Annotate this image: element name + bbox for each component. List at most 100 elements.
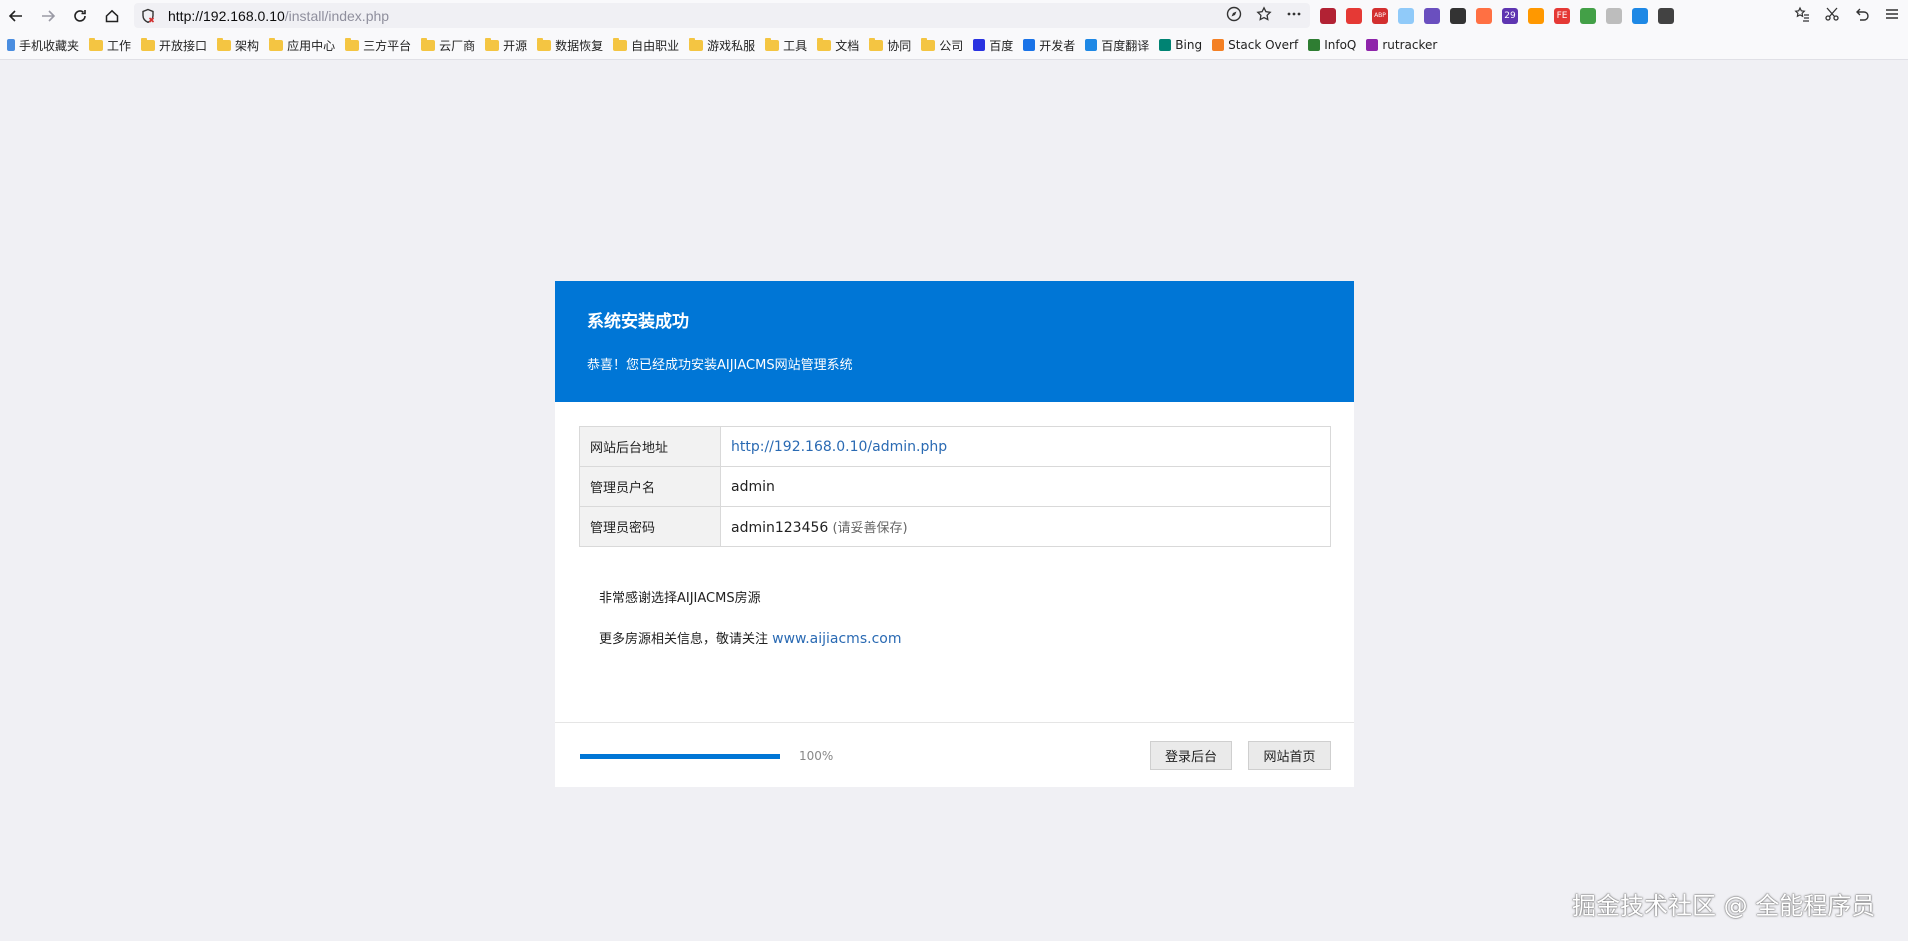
bookmark-label: 开发者 [1039, 38, 1076, 53]
bookmark-label: 云厂商 [439, 38, 476, 53]
bookmark-item[interactable]: 工具 [765, 37, 807, 54]
install-progress-bar [580, 754, 780, 759]
bookmark-item[interactable]: 云厂商 [421, 37, 475, 54]
grid-extension-icon[interactable] [1658, 7, 1674, 24]
extensions-bar: ABP 29 FE [1320, 3, 1674, 28]
card-footer: 100% 登录后台 网站首页 [555, 722, 1354, 788]
bookmark-item[interactable]: 百度 [973, 37, 1013, 54]
bookmark-item[interactable]: 开发者 [1023, 37, 1075, 54]
hat-extension-icon[interactable]: 29 [1502, 7, 1518, 24]
shield-extension-icon[interactable] [1580, 7, 1596, 24]
bookmark-label: 公司 [939, 38, 964, 53]
bookmark-star-icon[interactable] [1256, 5, 1272, 26]
orange-extension-icon[interactable] [1476, 7, 1492, 24]
tracking-shield-icon[interactable] [134, 8, 162, 24]
abp-extension-icon[interactable]: ABP [1372, 7, 1388, 24]
circle-extension-icon[interactable] [1398, 7, 1414, 24]
folder-icon [269, 37, 284, 51]
bookmark-item[interactable]: 自由职业 [613, 37, 679, 54]
watermark-text: 掘金技术社区 @ 全能程序员 [1572, 892, 1876, 920]
folder-icon [485, 37, 500, 51]
more-actions-icon[interactable] [1286, 6, 1302, 26]
bookmark-item[interactable]: Bing [1159, 38, 1202, 52]
table-row: 管理员密码 admin123456 (请妥善保存) [579, 506, 1331, 547]
bookmark-item[interactable]: Stack Overf [1212, 38, 1298, 52]
site-favicon-icon [1212, 39, 1225, 51]
bookmark-label: 应用中心 [287, 38, 336, 53]
flag-extension-icon[interactable] [1320, 7, 1336, 24]
thanks-text: 非常感谢选择AIJIACMS房源 [599, 591, 761, 606]
admin-password-label: 管理员密码 [579, 506, 721, 547]
bookmark-item[interactable]: 协同 [869, 37, 911, 54]
url-text[interactable]: http://192.168.0.10/install/index.php [168, 8, 389, 24]
bookmark-label: 开放接口 [159, 38, 208, 53]
dark-extension-icon[interactable] [1450, 7, 1466, 24]
back-button[interactable] [0, 0, 32, 31]
red-extension-icon[interactable] [1346, 7, 1362, 24]
site-favicon-icon [1159, 39, 1172, 51]
bookmark-label: 手机收藏夹 [19, 38, 80, 53]
table-row: 管理员户名 admin [579, 466, 1331, 507]
forward-button[interactable] [32, 0, 64, 31]
bookmark-item[interactable]: 架构 [217, 37, 259, 54]
url-actions [1226, 3, 1302, 28]
bookmark-item[interactable]: 百度翻译 [1085, 37, 1149, 54]
bookmark-item[interactable]: 应用中心 [269, 37, 335, 54]
bookmark-label: 三方平台 [363, 38, 412, 53]
bookmark-item[interactable]: 文档 [817, 37, 859, 54]
folder-icon [345, 37, 360, 51]
url-host: http://192.168.0.10 [168, 7, 285, 24]
menu-hamburger-icon[interactable] [1884, 6, 1900, 26]
bookmark-label: 协同 [887, 38, 912, 53]
bookmark-item[interactable]: 开源 [485, 37, 527, 54]
page-title: 系统安装成功 [587, 312, 689, 332]
reader-compass-icon[interactable] [1226, 6, 1242, 26]
grey-extension-icon[interactable] [1606, 7, 1622, 24]
bookmark-label: InfoQ [1324, 38, 1357, 52]
bookmark-item[interactable]: 数据恢复 [537, 37, 603, 54]
folder-icon [537, 37, 552, 51]
admin-password-value: admin123456 [731, 520, 829, 536]
purple-extension-icon[interactable] [1424, 7, 1440, 24]
admin-username-value: admin [720, 466, 1331, 507]
bookmark-item[interactable]: 公司 [921, 37, 963, 54]
more-info-text: 更多房源相关信息，敬请关注 [599, 632, 773, 647]
address-bar[interactable]: http://192.168.0.10/install/index.php [134, 3, 1310, 28]
password-note: (请妥善保存) [828, 521, 908, 536]
bookmark-item[interactable]: InfoQ [1308, 38, 1356, 52]
bookmark-label: rutracker [1382, 38, 1438, 52]
bookmark-item[interactable]: 手机收藏夹 [7, 37, 79, 54]
url-path: /install/index.php [284, 7, 390, 24]
bookmark-item[interactable]: 三方平台 [345, 37, 411, 54]
fe-extension-icon[interactable]: FE [1554, 7, 1570, 24]
table-row: 网站后台地址 http://192.168.0.10/admin.php [579, 426, 1331, 467]
moon-extension-icon[interactable] [1528, 7, 1544, 24]
bookmark-item[interactable]: 开放接口 [141, 37, 207, 54]
folder-icon [217, 37, 232, 51]
reload-button[interactable] [64, 0, 96, 31]
site-favicon-icon [973, 39, 986, 51]
site-favicon-icon [1308, 39, 1321, 51]
undo-icon[interactable] [1854, 6, 1870, 26]
site-favicon-icon [1023, 39, 1036, 51]
login-admin-button[interactable]: 登录后台 [1150, 741, 1232, 770]
screenshot-scissors-icon[interactable] [1824, 6, 1840, 26]
site-home-button[interactable]: 网站首页 [1248, 741, 1331, 770]
home-button[interactable] [96, 0, 128, 31]
bookmark-label: Bing [1175, 38, 1203, 52]
folder-icon [921, 37, 936, 51]
admin-url-link[interactable]: http://192.168.0.10/admin.php [731, 439, 947, 455]
folder-icon [421, 37, 436, 51]
official-site-link[interactable]: www.aijiacms.com [772, 631, 901, 647]
bookmark-item[interactable]: 工作 [89, 37, 131, 54]
more-info-line: 更多房源相关信息，敬请关注 www.aijiacms.com [599, 628, 901, 647]
bookmark-label: 百度翻译 [1101, 38, 1150, 53]
blue-extension-icon[interactable] [1632, 7, 1648, 24]
bookmark-item[interactable]: 游戏私服 [689, 37, 755, 54]
bookmark-label: 工具 [783, 38, 808, 53]
bookmarks-list-icon[interactable] [1794, 6, 1810, 26]
reload-icon [74, 9, 86, 22]
bookmark-item[interactable]: rutracker [1366, 38, 1437, 52]
back-arrow-icon [8, 9, 22, 22]
bookmark-label: 游戏私服 [707, 38, 756, 53]
